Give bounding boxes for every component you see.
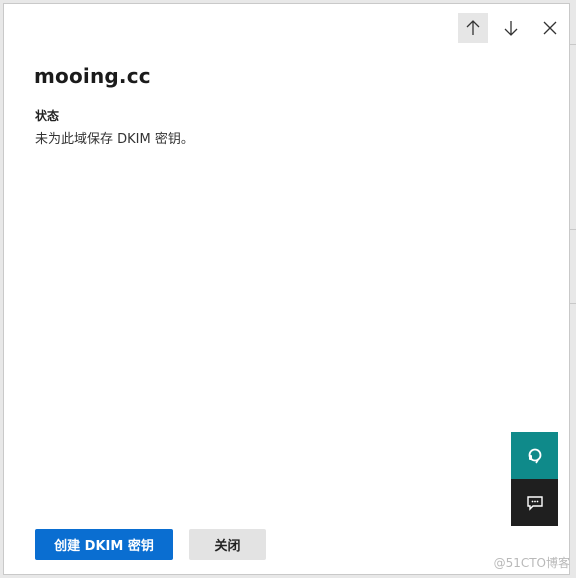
create-dkim-keys-button[interactable]: 创建 DKIM 密钥	[35, 529, 173, 560]
feedback-button[interactable]	[511, 479, 558, 526]
next-item-button[interactable]	[496, 13, 526, 43]
arrow-down-icon	[504, 21, 518, 36]
headset-help-icon	[528, 448, 541, 463]
watermark-text: @51CTO博客	[493, 556, 570, 570]
status-label: 状态	[35, 109, 60, 123]
backdrop-divider	[570, 303, 576, 304]
close-button[interactable]: 关闭	[189, 529, 266, 560]
arrow-up-icon	[466, 20, 480, 35]
chat-feedback-icon	[526, 495, 543, 511]
previous-item-button[interactable]	[458, 13, 488, 43]
domain-details-panel: mooing.cc 状态 未为此域保存 DKIM 密钥。 创建 DKIM 密钥 …	[3, 3, 570, 575]
panel-title: mooing.cc	[34, 64, 151, 88]
status-text: 未为此域保存 DKIM 密钥。	[35, 132, 194, 147]
close-panel-button[interactable]	[535, 13, 565, 43]
close-icon	[543, 21, 557, 35]
backdrop-divider	[570, 44, 576, 45]
help-button[interactable]	[511, 432, 558, 479]
backdrop-divider	[570, 229, 576, 230]
